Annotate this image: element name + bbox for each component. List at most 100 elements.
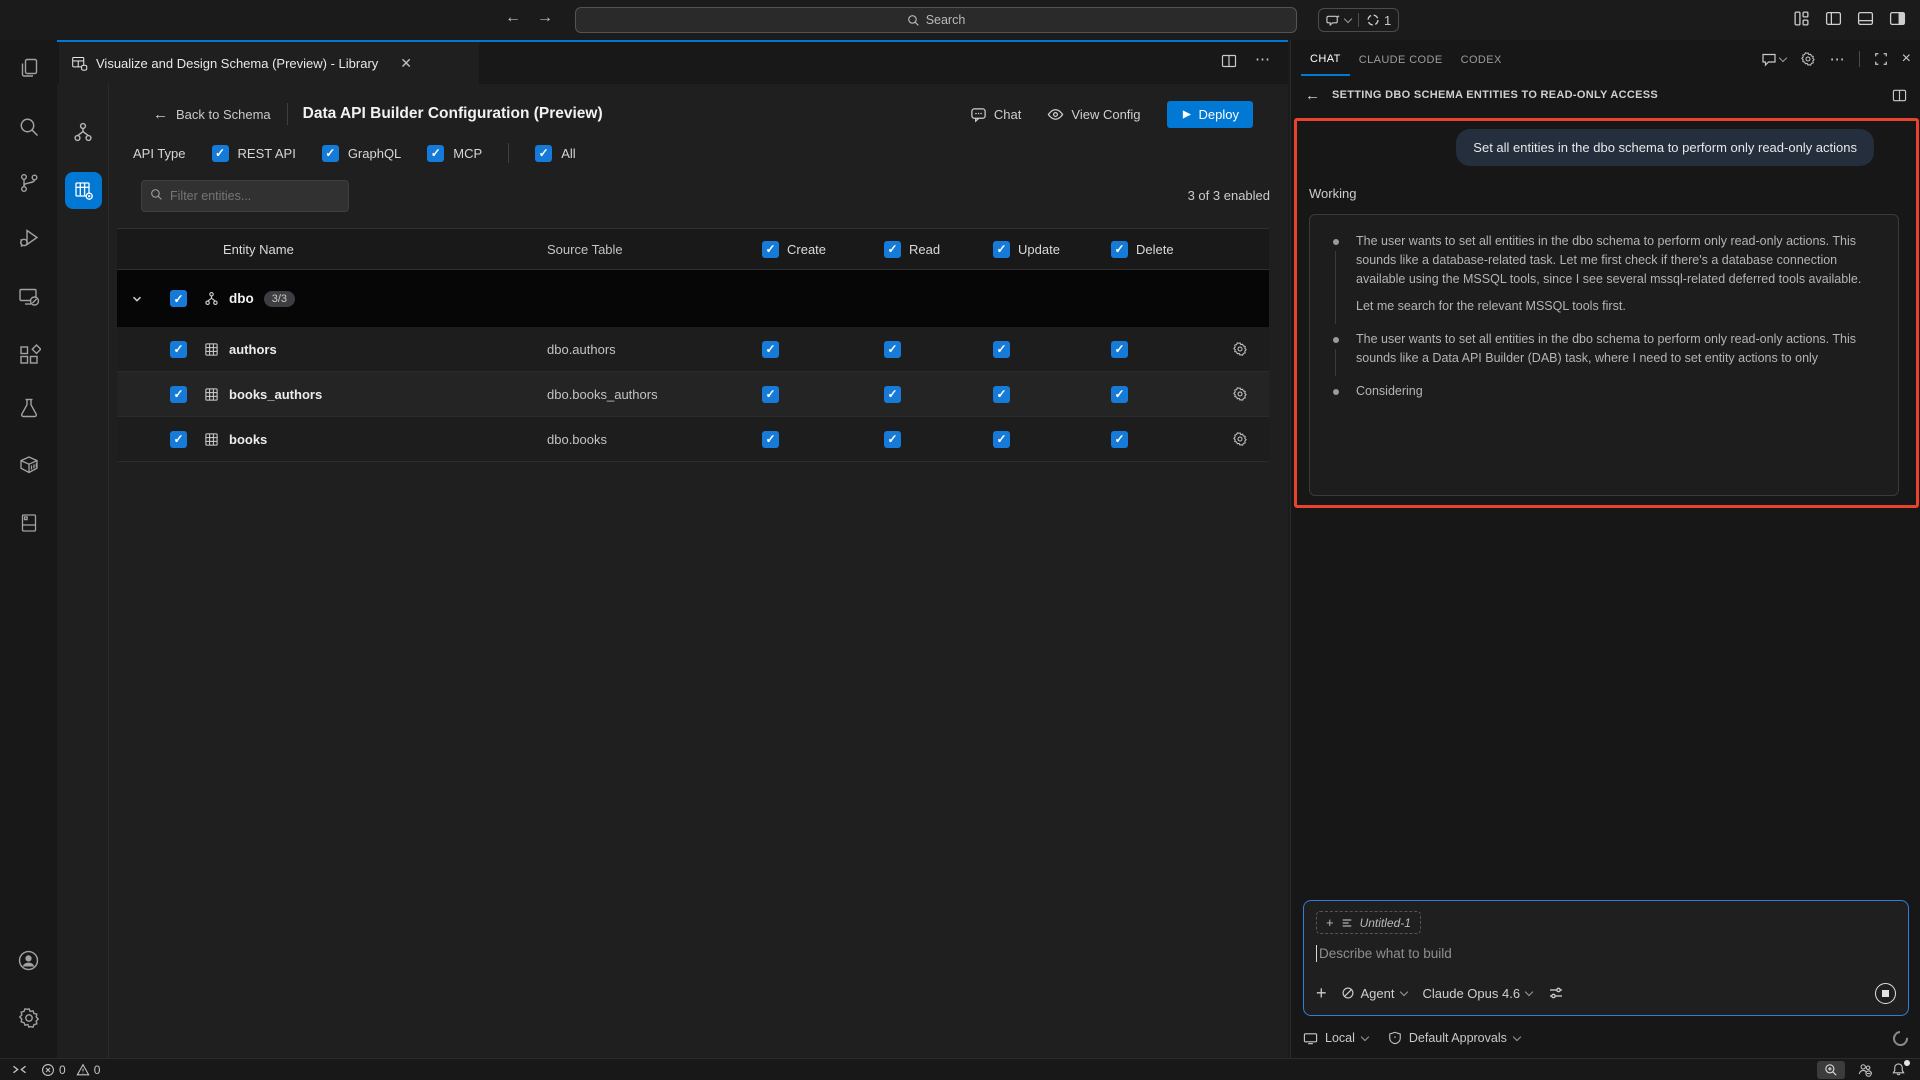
checkbox-authors-delete[interactable] [1111,341,1128,358]
containers-icon[interactable] [0,445,57,485]
remote-indicator-icon[interactable] [12,1063,27,1076]
table-icon [193,387,229,402]
entity-source: dbo.books [529,432,762,447]
editor-more-actions-icon[interactable]: ⋯ [1255,53,1270,69]
tab-claude-code[interactable]: CLAUDE CODE [1350,44,1452,75]
nav-back-icon[interactable]: ← [505,9,521,27]
tab-title: Visualize and Design Schema (Preview) - … [96,56,378,71]
approvals-picker[interactable]: Default Approvals [1388,1031,1520,1045]
maximize-panel-icon[interactable] [1874,52,1888,66]
shield-icon [1388,1031,1402,1045]
checkbox-dbo-group[interactable] [170,290,187,307]
checkbox-mcp[interactable] [427,145,444,162]
filter-entities-input[interactable] [141,180,349,212]
checkbox-books-create[interactable] [762,431,779,448]
checkbox-authors-update[interactable] [993,341,1010,358]
attach-plus-icon[interactable]: + [1316,983,1327,1004]
working-status-label: Working [1309,186,1356,201]
customize-layout-icon[interactable] [1793,10,1810,27]
chat-more-actions-icon[interactable]: ⋯ [1830,50,1845,68]
back-to-schema-button[interactable]: ← Back to Schema [153,106,271,123]
close-panel-icon[interactable]: × [1902,50,1911,68]
view-config-button[interactable]: View Config [1047,106,1140,123]
dab-config-active-icon[interactable] [65,172,102,209]
thinking-item: Considering [1330,382,1878,401]
model-picker[interactable]: Claude Opus 4.6 [1423,986,1533,1001]
split-editor-icon[interactable] [1221,53,1237,69]
testing-icon[interactable] [0,388,57,428]
checkbox-books[interactable] [170,431,187,448]
checkbox-rest-api[interactable] [212,145,229,162]
stop-button[interactable] [1875,983,1896,1004]
problems-indicator[interactable]: 0 0 [41,1063,100,1077]
checkbox-books-authors[interactable] [170,386,187,403]
chat-input-placeholder: Describe what to build [1319,946,1452,961]
environment-picker[interactable]: Local [1303,1031,1368,1046]
checkbox-books-update[interactable] [993,431,1010,448]
checkbox-books-authors-create[interactable] [762,386,779,403]
copilot-chat-button[interactable] [1319,9,1358,31]
open-session-to-side-icon[interactable] [1892,88,1907,103]
checkbox-authors[interactable] [170,341,187,358]
entity-name: books_authors [229,387,322,402]
checkbox-update-all[interactable] [993,241,1010,258]
settings-gear-icon[interactable] [0,998,57,1038]
notifications-bell-icon[interactable] [1885,1060,1912,1079]
toggle-secondary-sidebar-icon[interactable] [1889,10,1906,27]
search-view-icon[interactable] [0,107,57,147]
chat-button[interactable]: Chat [970,106,1021,123]
row-settings-gear-icon[interactable] [1211,341,1269,357]
col-read: Read [909,242,940,257]
context-attachment-chip[interactable]: + Untitled-1 [1316,911,1421,934]
checkbox-read-all[interactable] [884,241,901,258]
chat-input-field[interactable]: Describe what to build [1316,945,1452,962]
checkbox-books-read[interactable] [884,431,901,448]
toggle-panel-icon[interactable] [1857,10,1874,27]
schema-visualize-icon[interactable] [71,120,95,144]
checkbox-authors-create[interactable] [762,341,779,358]
extensions-icon[interactable] [0,335,57,375]
row-settings-gear-icon[interactable] [1211,386,1269,402]
toggle-primary-sidebar-icon[interactable] [1825,10,1842,27]
mode-picker[interactable]: Agent [1341,986,1407,1001]
col-create: Create [787,242,826,257]
checkbox-graphql[interactable] [322,145,339,162]
nav-forward-icon[interactable]: → [537,9,553,27]
run-debug-icon[interactable] [0,218,57,258]
checkbox-authors-read[interactable] [884,341,901,358]
checkbox-delete-all[interactable] [1111,241,1128,258]
tab-visualize-design-schema[interactable]: Visualize and Design Schema (Preview) - … [59,42,479,84]
thinking-box: The user wants to set all entities in th… [1309,214,1899,496]
new-chat-dropdown[interactable] [1761,51,1786,67]
row-settings-gear-icon[interactable] [1211,431,1269,447]
deploy-button[interactable]: Deploy [1167,101,1253,128]
account-icon[interactable] [0,940,57,980]
chat-settings-gear-icon[interactable] [1800,51,1816,67]
chat-input-box[interactable]: + Untitled-1 Describe what to build + Ag… [1303,900,1909,1016]
command-search-box[interactable]: Search [575,7,1297,33]
tab-codex[interactable]: CODEX [1452,44,1511,75]
checkbox-all[interactable] [535,145,552,162]
context-file-name: Untitled-1 [1360,916,1411,930]
entity-source: dbo.authors [529,342,762,357]
explorer-icon[interactable] [0,48,57,88]
tab-chat[interactable]: CHAT [1301,43,1350,76]
zoom-level-indicator[interactable] [1817,1061,1845,1079]
chevron-down-icon [1513,1032,1521,1040]
database-icon[interactable] [0,503,57,543]
editor-group: Visualize and Design Schema (Preview) - … [57,40,1288,1058]
checkbox-books-authors-read[interactable] [884,386,901,403]
remote-explorer-icon[interactable] [0,277,57,317]
tab-close-icon[interactable]: ✕ [400,55,412,72]
checkbox-books-authors-delete[interactable] [1111,386,1128,403]
entity-name: authors [229,342,277,357]
checkbox-books-authors-update[interactable] [993,386,1010,403]
source-control-icon[interactable] [0,163,57,203]
checkbox-books-delete[interactable] [1111,431,1128,448]
checkbox-create-all[interactable] [762,241,779,258]
copilot-session-badge[interactable]: 1 [1359,9,1398,31]
tune-sliders-icon[interactable] [1548,985,1564,1001]
accounts-status-icon[interactable] [1851,1060,1879,1080]
session-back-icon[interactable]: ← [1305,87,1320,104]
collapse-chevron-icon[interactable] [117,293,157,305]
